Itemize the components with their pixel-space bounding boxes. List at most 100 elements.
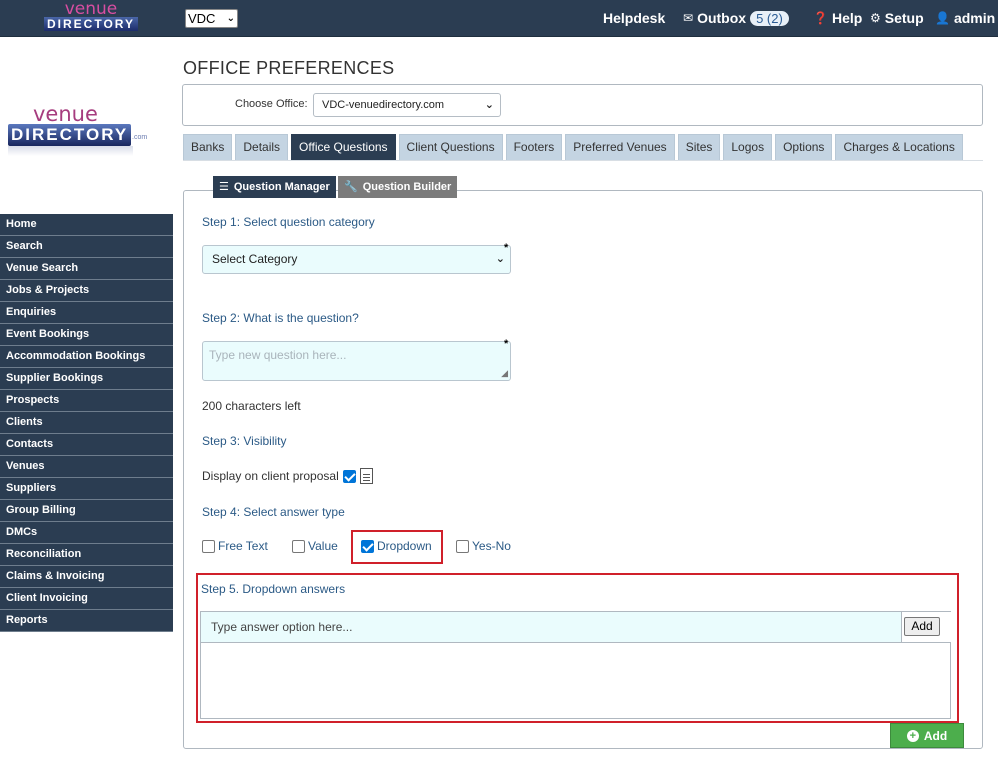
tab-preferred-venues[interactable]: Preferred Venues <box>565 134 675 160</box>
tab-logos[interactable]: Logos <box>723 134 773 160</box>
org-select-value: VDC <box>188 11 216 26</box>
top-bar: venue DIRECTORY VDC ⌄ Helpdesk ✉ Outbox … <box>0 0 998 37</box>
question-manager-label: Question Manager <box>233 180 330 193</box>
sidebar-item-suppliers[interactable]: Suppliers <box>0 478 173 500</box>
step3-label: Step 3: Visibility <box>202 434 287 448</box>
yes-no-checkbox[interactable] <box>456 539 469 553</box>
sidebar-item-venue-search[interactable]: Venue Search <box>0 258 173 280</box>
category-select-value: Select Category <box>212 252 298 266</box>
helpdesk-label: Helpdesk <box>603 10 666 26</box>
category-select[interactable]: Select Category ⌄ <box>202 245 511 274</box>
sidebar-item-supplier-bookings[interactable]: Supplier Bookings <box>0 368 173 390</box>
help-label: Help <box>831 10 863 26</box>
company-logo-dotcom: .com <box>132 134 148 141</box>
page-title: OFFICE PREFERENCES <box>183 58 395 78</box>
tab-banks[interactable]: Banks <box>183 134 233 160</box>
tab-details[interactable]: Details <box>235 134 289 160</box>
sidebar-item-event-bookings[interactable]: Event Bookings <box>0 324 173 346</box>
answer-type-free-text[interactable]: Free Text <box>202 539 268 553</box>
answer-type-value[interactable]: Value <box>292 539 338 553</box>
logo-reflection <box>8 146 133 156</box>
sidebar-item-client-invoicing[interactable]: Client Invoicing <box>0 588 173 610</box>
step1-label: Step 1: Select question category <box>202 215 375 229</box>
step2-label: Step 2: What is the question? <box>202 311 359 325</box>
value-checkbox[interactable] <box>292 539 305 553</box>
sidebar-item-search[interactable]: Search <box>0 236 173 258</box>
office-select-value: VDC-venuedirectory.com <box>322 99 445 111</box>
dropdown-answers-highlight-box <box>196 573 959 723</box>
list-icon: ☰ <box>219 180 229 193</box>
plus-circle-icon: + <box>906 729 919 742</box>
question-builder-tab[interactable]: 🔧 Question Builder <box>338 176 458 198</box>
resize-grip-icon[interactable]: ◢ <box>501 368 508 379</box>
user-icon: 👤 <box>935 11 950 25</box>
tabs-divider <box>183 160 983 161</box>
choose-office-label: Choose Office: <box>235 98 308 110</box>
chars-left-text: 200 characters left <box>202 399 301 413</box>
sidebar-item-reports[interactable]: Reports <box>0 610 173 632</box>
company-logo-venue: venue <box>33 102 98 126</box>
answer-type-yes-no[interactable]: Yes-No <box>456 539 511 553</box>
sidebar-item-reconciliation[interactable]: Reconciliation <box>0 544 173 566</box>
sidebar-item-dmcs[interactable]: DMCs <box>0 522 173 544</box>
tab-sites[interactable]: Sites <box>677 134 721 160</box>
company-logo-directory: DIRECTORY <box>8 124 132 146</box>
display-on-proposal-checkbox[interactable] <box>342 469 356 483</box>
sidebar-item-home[interactable]: Home <box>0 214 173 236</box>
sidebar-nav: Home Search Venue Search Jobs & Projects… <box>0 214 173 632</box>
free-text-checkbox[interactable] <box>202 539 215 553</box>
sidebar-item-accommodation-bookings[interactable]: Accommodation Bookings <box>0 346 173 368</box>
helpdesk-link[interactable]: Helpdesk <box>603 10 665 26</box>
required-marker: * <box>504 338 509 350</box>
app-logo[interactable]: venue DIRECTORY <box>44 0 138 34</box>
question-placeholder: Type new question here... <box>209 348 347 362</box>
tab-office-questions[interactable]: Office Questions <box>291 134 396 160</box>
question-builder-label: Question Builder <box>362 180 452 193</box>
tab-charges-locations[interactable]: Charges & Locations <box>835 134 963 160</box>
sidebar-item-contacts[interactable]: Contacts <box>0 434 173 456</box>
setup-link[interactable]: ⚙ Setup <box>870 10 924 26</box>
display-on-proposal-row: Display on client proposal <box>202 469 356 483</box>
company-logo: venue DIRECTORY .com <box>6 102 156 162</box>
add-question-label: Add <box>923 728 948 743</box>
chevron-down-icon: ⌄ <box>226 13 235 24</box>
office-chooser-panel: Choose Office: VDC-venuedirectory.com ⌄ <box>182 84 983 126</box>
free-text-label: Free Text <box>218 539 268 553</box>
setup-label: Setup <box>884 10 924 26</box>
sidebar-item-enquiries[interactable]: Enquiries <box>0 302 173 324</box>
outbox-link[interactable]: ✉ Outbox 5 (2) <box>683 10 789 26</box>
sidebar-item-jobs-projects[interactable]: Jobs & Projects <box>0 280 173 302</box>
add-question-button[interactable]: + Add <box>890 723 964 748</box>
sidebar-item-prospects[interactable]: Prospects <box>0 390 173 412</box>
sidebar-item-clients[interactable]: Clients <box>0 412 173 434</box>
display-on-proposal-label: Display on client proposal <box>202 469 339 483</box>
yes-no-label: Yes-No <box>472 539 511 553</box>
sidebar-item-claims-invoicing[interactable]: Claims & Invoicing <box>0 566 173 588</box>
sidebar-item-venues[interactable]: Venues <box>0 456 173 478</box>
question-textarea[interactable]: Type new question here... ◢ <box>202 341 511 381</box>
envelope-icon: ✉ <box>683 11 694 25</box>
org-select[interactable]: VDC ⌄ <box>185 9 238 28</box>
office-select[interactable]: VDC-venuedirectory.com ⌄ <box>313 93 501 117</box>
sidebar-item-group-billing[interactable]: Group Billing <box>0 500 173 522</box>
help-link[interactable]: ❓ Help <box>813 10 862 26</box>
gear-icon: ⚙ <box>870 11 881 25</box>
required-marker: * <box>504 242 509 254</box>
user-menu[interactable]: 👤 admin <box>935 10 995 26</box>
tab-footers[interactable]: Footers <box>505 134 563 160</box>
chevron-down-icon: ⌄ <box>484 99 494 111</box>
logo-text-venue: venue <box>64 0 118 19</box>
logo-text-directory: DIRECTORY <box>44 17 138 31</box>
question-manager-tab[interactable]: ☰ Question Manager <box>213 176 336 198</box>
outbox-label: Outbox <box>697 10 747 26</box>
value-label: Value <box>308 539 338 553</box>
question-circle-icon: ❓ <box>813 11 828 25</box>
user-label: admin <box>953 10 996 26</box>
preferences-tabs: Banks Details Office Questions Client Qu… <box>183 134 963 160</box>
tab-client-questions[interactable]: Client Questions <box>398 134 503 160</box>
dropdown-highlight-box <box>351 530 443 564</box>
outbox-count-badge: 5 (2) <box>750 10 789 26</box>
tab-options[interactable]: Options <box>775 134 833 160</box>
document-icon[interactable] <box>360 468 373 484</box>
step4-label: Step 4: Select answer type <box>202 505 345 519</box>
